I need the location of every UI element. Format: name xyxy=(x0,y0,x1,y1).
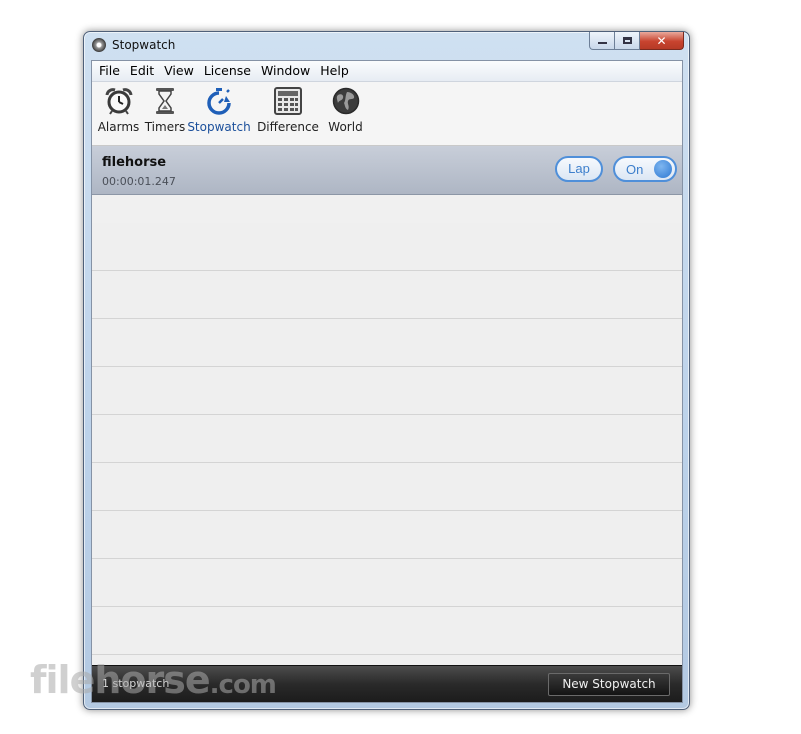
empty-list-row xyxy=(92,607,682,655)
stopwatch-app-icon[interactable] xyxy=(92,38,106,52)
lap-button[interactable]: Lap xyxy=(555,156,603,182)
window-title: Stopwatch xyxy=(112,38,176,52)
hourglass-icon xyxy=(156,88,174,114)
stopwatch-list xyxy=(92,223,682,702)
empty-list-row xyxy=(92,463,682,511)
on-off-toggle[interactable]: On xyxy=(613,156,677,182)
toolbar-stopwatch-button[interactable]: Stopwatch xyxy=(187,82,251,140)
toolbar-alarms-button[interactable]: Alarms xyxy=(94,82,143,140)
difference-label: Difference xyxy=(257,120,319,134)
empty-list-row xyxy=(92,271,682,319)
menu-license[interactable]: License xyxy=(199,61,256,81)
alarms-label: Alarms xyxy=(97,120,140,134)
calculator-icon xyxy=(274,87,302,115)
menu-window[interactable]: Window xyxy=(256,61,315,81)
toolbar: Alarms Timers Stopwatch Difference World xyxy=(92,82,682,146)
stopwatch-icon xyxy=(207,88,231,115)
stopwatch-count: 1 stopwatch xyxy=(102,677,170,690)
minimize-icon xyxy=(597,42,607,44)
menu-file[interactable]: File xyxy=(94,61,125,81)
empty-list-row xyxy=(92,367,682,415)
empty-list-row xyxy=(92,559,682,607)
maximize-button[interactable] xyxy=(615,32,640,50)
title-bar[interactable]: Stopwatch ✕ xyxy=(84,32,689,59)
empty-list-row xyxy=(92,415,682,463)
menu-bar: File Edit View License Window Help xyxy=(92,61,682,82)
alarm-clock-icon xyxy=(105,88,132,115)
stopwatch-label: Stopwatch xyxy=(187,120,251,134)
toggle-label: On xyxy=(626,162,644,177)
app-window: Stopwatch ✕ File Edit View License Windo… xyxy=(83,31,690,710)
toolbar-difference-button[interactable]: Difference xyxy=(251,82,325,140)
empty-list-row xyxy=(92,223,682,271)
stopwatch-elapsed-time: 00:00:01.247 xyxy=(102,175,176,188)
empty-list-row xyxy=(92,511,682,559)
toolbar-world-button[interactable]: World xyxy=(325,82,366,140)
stopwatch-name: filehorse xyxy=(102,155,167,170)
stopwatch-row[interactable]: filehorse 00:00:01.247 Lap On xyxy=(92,146,682,195)
maximize-icon xyxy=(622,37,632,44)
globe-icon xyxy=(332,87,359,115)
toggle-knob xyxy=(654,160,672,178)
menu-edit[interactable]: Edit xyxy=(125,61,159,81)
world-label: World xyxy=(328,120,363,134)
window-controls: ✕ xyxy=(589,32,684,51)
toolbar-timers-button[interactable]: Timers xyxy=(143,82,187,140)
close-icon: ✕ xyxy=(656,33,667,48)
timers-label: Timers xyxy=(144,120,186,134)
minimize-button[interactable] xyxy=(589,32,615,50)
status-bar: 1 stopwatch New Stopwatch xyxy=(92,665,682,702)
menu-help[interactable]: Help xyxy=(315,61,354,81)
menu-view[interactable]: View xyxy=(159,61,199,81)
new-stopwatch-button[interactable]: New Stopwatch xyxy=(548,673,670,696)
client-area: File Edit View License Window Help Alarm… xyxy=(91,60,683,703)
empty-list-row xyxy=(92,319,682,367)
close-button[interactable]: ✕ xyxy=(640,32,684,50)
